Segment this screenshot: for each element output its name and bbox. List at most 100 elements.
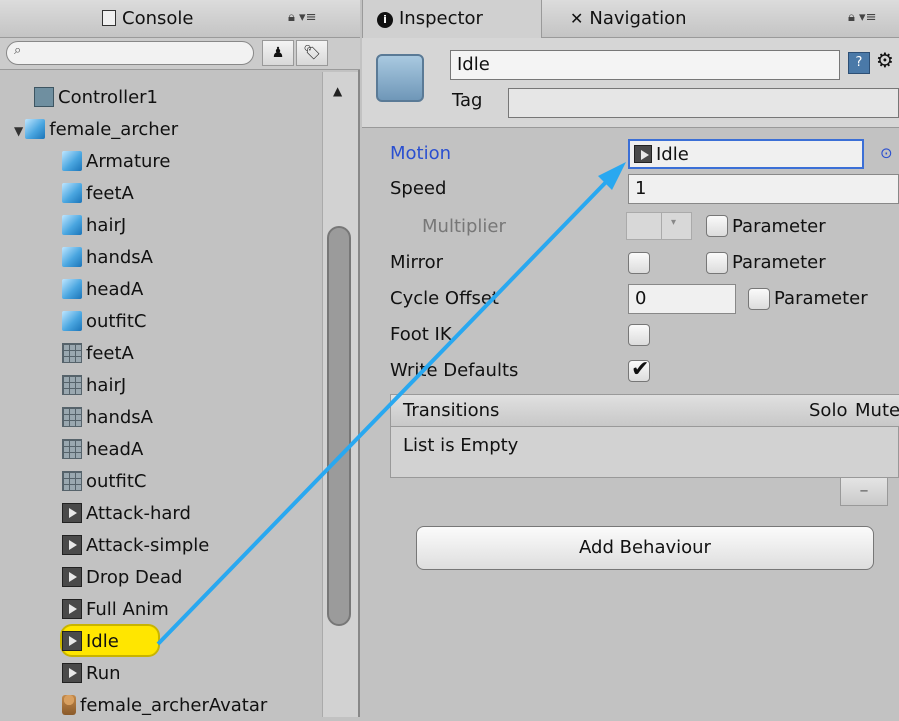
transitions-header: Transitions Solo Mute	[391, 395, 899, 427]
scroll-up-arrow-icon[interactable]: ▲	[333, 84, 342, 98]
cycle-offset-label: Cycle Offset	[390, 288, 499, 309]
animation-clip-icon	[62, 567, 82, 587]
list-item[interactable]: feetA	[62, 338, 134, 369]
mesh-icon	[62, 407, 82, 427]
foot-ik-label: Foot IK	[390, 324, 452, 345]
tag-label: Tag	[452, 90, 483, 111]
navigation-icon: ✕	[570, 9, 584, 28]
mirror-parameter-checkbox[interactable]	[706, 252, 728, 274]
search-input[interactable]: ⌕	[6, 41, 254, 65]
model-icon	[62, 311, 82, 331]
list-item[interactable]: headA	[62, 434, 143, 465]
transitions-title: Transitions	[403, 400, 500, 421]
model-icon	[25, 119, 46, 139]
avatar-icon	[62, 695, 76, 715]
mesh-icon	[62, 471, 82, 491]
scrollbar-thumb[interactable]	[327, 226, 351, 626]
list-empty-text: List is Empty	[403, 435, 519, 456]
animation-clip-icon	[62, 535, 82, 555]
list-item[interactable]: female_archerAvatar	[62, 690, 267, 721]
lock-icon[interactable]: 🔒︎ ▾≡	[848, 10, 876, 25]
model-icon	[62, 247, 82, 267]
list-item[interactable]: Attack-simple	[62, 530, 209, 561]
speed-label: Speed	[390, 178, 447, 199]
expand-triangle-icon[interactable]: ▼	[14, 124, 23, 138]
model-icon	[62, 215, 82, 235]
multiplier-dropdown[interactable]: ▾	[626, 212, 692, 240]
tab-overflow-icon[interactable]: :	[0, 0, 10, 38]
state-icon	[376, 54, 424, 102]
parameter-label: Parameter	[732, 252, 826, 273]
inspector-header: Idle Tag ? ⚙	[362, 38, 899, 128]
project-panel: : Console 🔒︎ ▾≡ ⌕ ♟ 🏷︎ Controller1 ▼fema…	[0, 0, 360, 717]
solo-label: Solo	[809, 400, 848, 421]
motion-field[interactable]: Idle	[628, 139, 864, 169]
project-tab-bar: : Console 🔒︎ ▾≡	[0, 0, 360, 38]
animation-clip-icon	[634, 145, 652, 163]
write-defaults-label: Write Defaults	[390, 360, 519, 381]
list-item[interactable]: Controller1	[34, 82, 158, 113]
controller-icon	[34, 87, 54, 107]
mirror-label: Mirror	[390, 252, 444, 273]
checkmark-icon: ✔	[631, 357, 650, 382]
filter-by-type-button[interactable]: ♟	[262, 40, 294, 66]
gear-icon[interactable]: ⚙	[876, 48, 894, 72]
mesh-icon	[62, 343, 82, 363]
speed-field[interactable]: 1	[628, 174, 899, 204]
list-item[interactable]: Attack-hard	[62, 498, 191, 529]
mesh-icon	[62, 375, 82, 395]
parameter-label: Parameter	[774, 288, 868, 309]
list-item-selected[interactable]: Idle	[62, 626, 119, 657]
list-item[interactable]: Run	[62, 658, 121, 689]
info-icon: i	[377, 12, 393, 28]
vertical-scrollbar[interactable]: ▲	[322, 72, 358, 717]
cycle-offset-parameter-checkbox[interactable]	[748, 288, 770, 310]
model-icon	[62, 183, 82, 203]
motion-label: Motion	[390, 143, 452, 164]
add-behaviour-button[interactable]: Add Behaviour	[416, 526, 874, 570]
mesh-icon	[62, 439, 82, 459]
chevron-down-icon: ▾	[671, 217, 677, 228]
state-name-field[interactable]: Idle	[450, 50, 840, 80]
cycle-offset-field[interactable]: 0	[628, 284, 736, 314]
mute-label: Mute	[855, 400, 899, 421]
list-item[interactable]: hairJ	[62, 370, 126, 401]
list-item[interactable]: feetA	[62, 178, 134, 209]
list-item[interactable]: handsA	[62, 402, 153, 433]
animation-clip-icon	[62, 599, 82, 619]
help-icon[interactable]: ?	[848, 52, 870, 74]
list-item[interactable]: Armature	[62, 146, 171, 177]
list-item[interactable]: headA	[62, 274, 143, 305]
tab-console[interactable]: Console	[88, 0, 228, 38]
model-icon	[62, 279, 82, 299]
search-icon: ⌕	[14, 43, 22, 58]
animation-clip-icon	[62, 663, 82, 683]
multiplier-label: Multiplier	[422, 216, 506, 237]
search-row: ⌕ ♟ 🏷︎	[0, 38, 360, 70]
write-defaults-checkbox[interactable]: ✔	[628, 357, 650, 382]
list-item[interactable]: Full Anim	[62, 594, 169, 625]
lock-icon[interactable]: 🔒︎ ▾≡	[288, 10, 316, 25]
foot-ik-checkbox[interactable]	[628, 324, 650, 346]
tab-navigation[interactable]: ✕ Navigation	[570, 0, 760, 38]
tab-inspector[interactable]: i Inspector	[362, 0, 542, 38]
inspector-panel: i Inspector ✕ Navigation 🔒︎ ▾≡ Idle Tag ? …	[362, 0, 899, 717]
list-item[interactable]: handsA	[62, 242, 153, 273]
parameter-label: Parameter	[732, 216, 826, 237]
list-item[interactable]: hairJ	[62, 210, 126, 241]
remove-transition-button[interactable]: –	[840, 478, 888, 506]
multiplier-parameter-checkbox[interactable]	[706, 215, 728, 237]
transitions-list: Transitions Solo Mute List is Empty	[390, 394, 899, 478]
console-icon	[102, 10, 116, 26]
list-item[interactable]: ▼ female_archer	[14, 114, 178, 145]
filter-by-label-button[interactable]: 🏷︎	[296, 40, 328, 66]
tag-field[interactable]	[508, 88, 899, 118]
object-picker-icon[interactable]: ⊙	[880, 144, 893, 162]
list-item[interactable]: Drop Dead	[62, 562, 182, 593]
inspector-tab-bar: i Inspector ✕ Navigation 🔒︎ ▾≡	[362, 0, 899, 38]
list-item[interactable]: outfitC	[62, 466, 146, 497]
animation-clip-icon	[62, 503, 82, 523]
animation-clip-icon	[62, 631, 82, 651]
mirror-checkbox[interactable]	[628, 252, 650, 274]
list-item[interactable]: outfitC	[62, 306, 146, 337]
